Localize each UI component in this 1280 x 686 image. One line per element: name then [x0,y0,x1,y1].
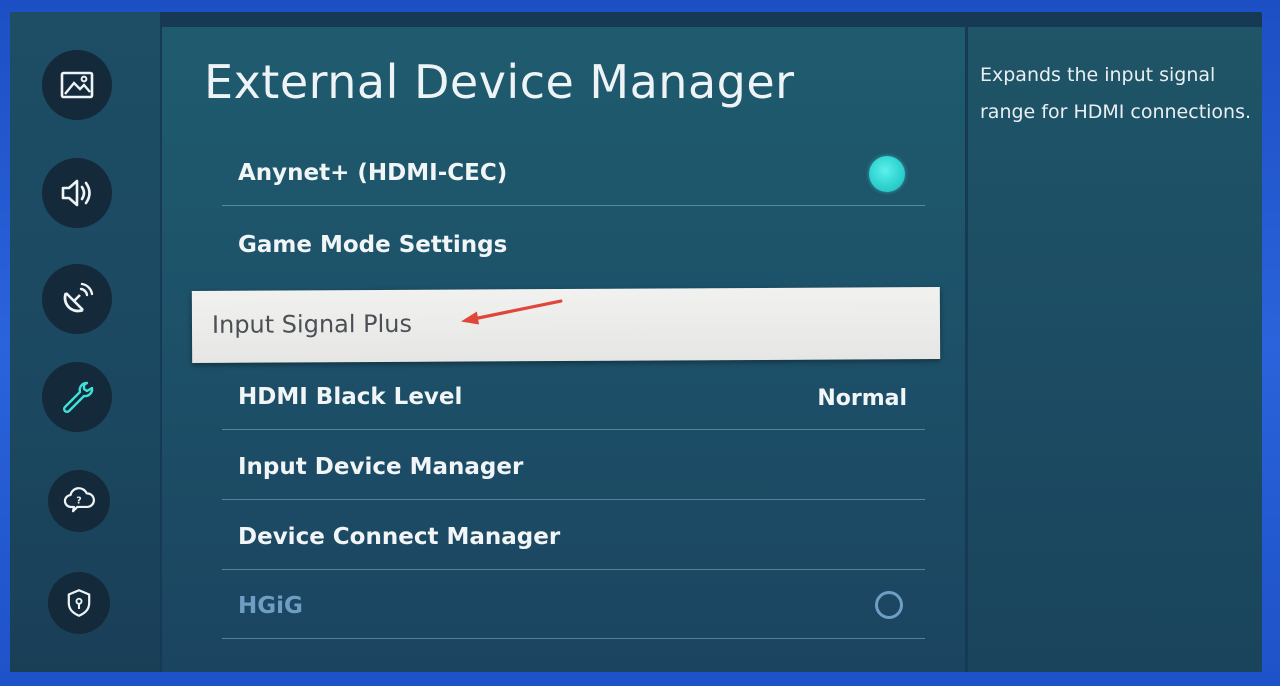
sidebar-item-broadcasting[interactable] [42,264,112,334]
svg-text:?: ? [76,496,81,507]
sidebar-item-privacy[interactable] [48,572,110,634]
page-title: External Device Manager [204,55,795,109]
hdmi-black-level-value: Normal [817,386,907,411]
menu-item-game-mode-settings[interactable]: Game Mode Settings [222,216,925,278]
menu-item-label: Game Mode Settings [238,232,508,258]
menu-item-label: Input Signal Plus [211,309,413,339]
menu-item-anynet[interactable]: Anynet+ (HDMI-CEC) [222,144,925,206]
sidebar-item-picture[interactable] [42,50,112,120]
sidebar-item-sound[interactable] [42,158,112,228]
sidebar-item-general[interactable] [42,362,112,432]
general-wrench-icon [62,381,94,414]
tv-screen: ? External Device Manager Anynet+ (HDMI-… [10,12,1262,672]
menu-item-label: Device Connect Manager [238,524,561,550]
annotation-arrow [460,299,563,325]
sidebar-item-support[interactable]: ? [48,470,110,532]
privacy-shield-icon [67,589,91,617]
menu-item-input-signal-plus[interactable]: Input Signal Plus [191,287,941,363]
hgig-toggle-off-indicator[interactable] [875,591,903,619]
settings-main-panel: External Device Manager Anynet+ (HDMI-CE… [162,27,965,672]
description-panel: Expands the input signal range for HDMI … [968,27,1262,672]
sound-icon [61,179,91,207]
description-text: Expands the input signal range for HDMI … [980,64,1252,123]
menu-item-input-device-manager[interactable]: Input Device Manager [222,438,925,500]
anynet-toggle-on-indicator[interactable] [869,156,905,192]
menu-item-label: Input Device Manager [238,454,524,480]
broadcasting-icon [63,282,94,313]
menu-item-hgig[interactable]: HGiG [222,577,925,639]
menu-item-label: HDMI Black Level [238,384,463,410]
menu-item-label: HGiG [238,593,303,619]
settings-sidebar: ? [10,12,160,672]
picture-icon [60,71,94,99]
menu-item-hdmi-black-level[interactable]: HDMI Black Level Normal [222,368,925,430]
support-icon: ? [63,487,95,513]
menu-item-label: Anynet+ (HDMI-CEC) [238,160,508,186]
menu-item-device-connect-manager[interactable]: Device Connect Manager [222,508,925,570]
